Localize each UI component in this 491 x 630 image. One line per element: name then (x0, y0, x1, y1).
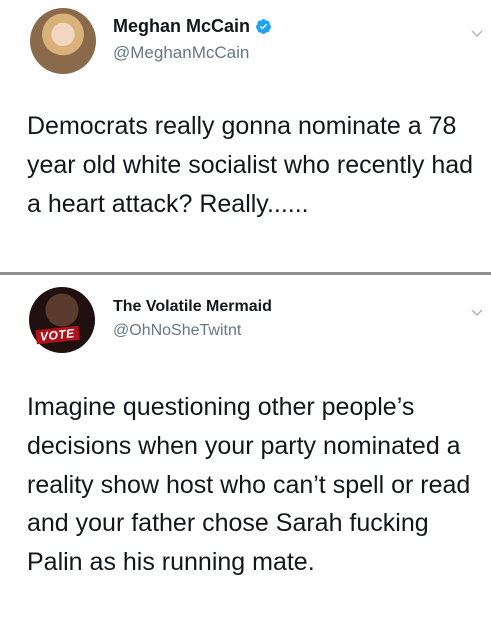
display-name[interactable]: The Volatile Mermaid (113, 298, 272, 316)
divider (0, 272, 491, 275)
chevron-down-icon[interactable] (471, 309, 483, 317)
handle[interactable]: @OhNoSheTwitnt (113, 322, 241, 340)
handle[interactable]: @MeghanMcCain (113, 43, 249, 63)
verified-badge-icon (256, 19, 271, 34)
tweet-text: Democrats really gonna nominate a 78 yea… (27, 112, 474, 218)
tweet-card[interactable]: Meghan McCain @MeghanMcCain Democrats re… (0, 0, 491, 273)
author-row: Meghan McCain (113, 16, 272, 37)
avatar[interactable] (30, 8, 96, 74)
author-row: The Volatile Mermaid (113, 298, 272, 316)
chevron-down-icon[interactable] (471, 30, 483, 38)
display-name[interactable]: Meghan McCain (113, 16, 250, 37)
tweet-text: Imagine questioning other people’s decis… (27, 393, 471, 576)
tweet-card[interactable]: VOTE The Volatile Mermaid @OhNoSheTwitnt… (0, 276, 491, 630)
